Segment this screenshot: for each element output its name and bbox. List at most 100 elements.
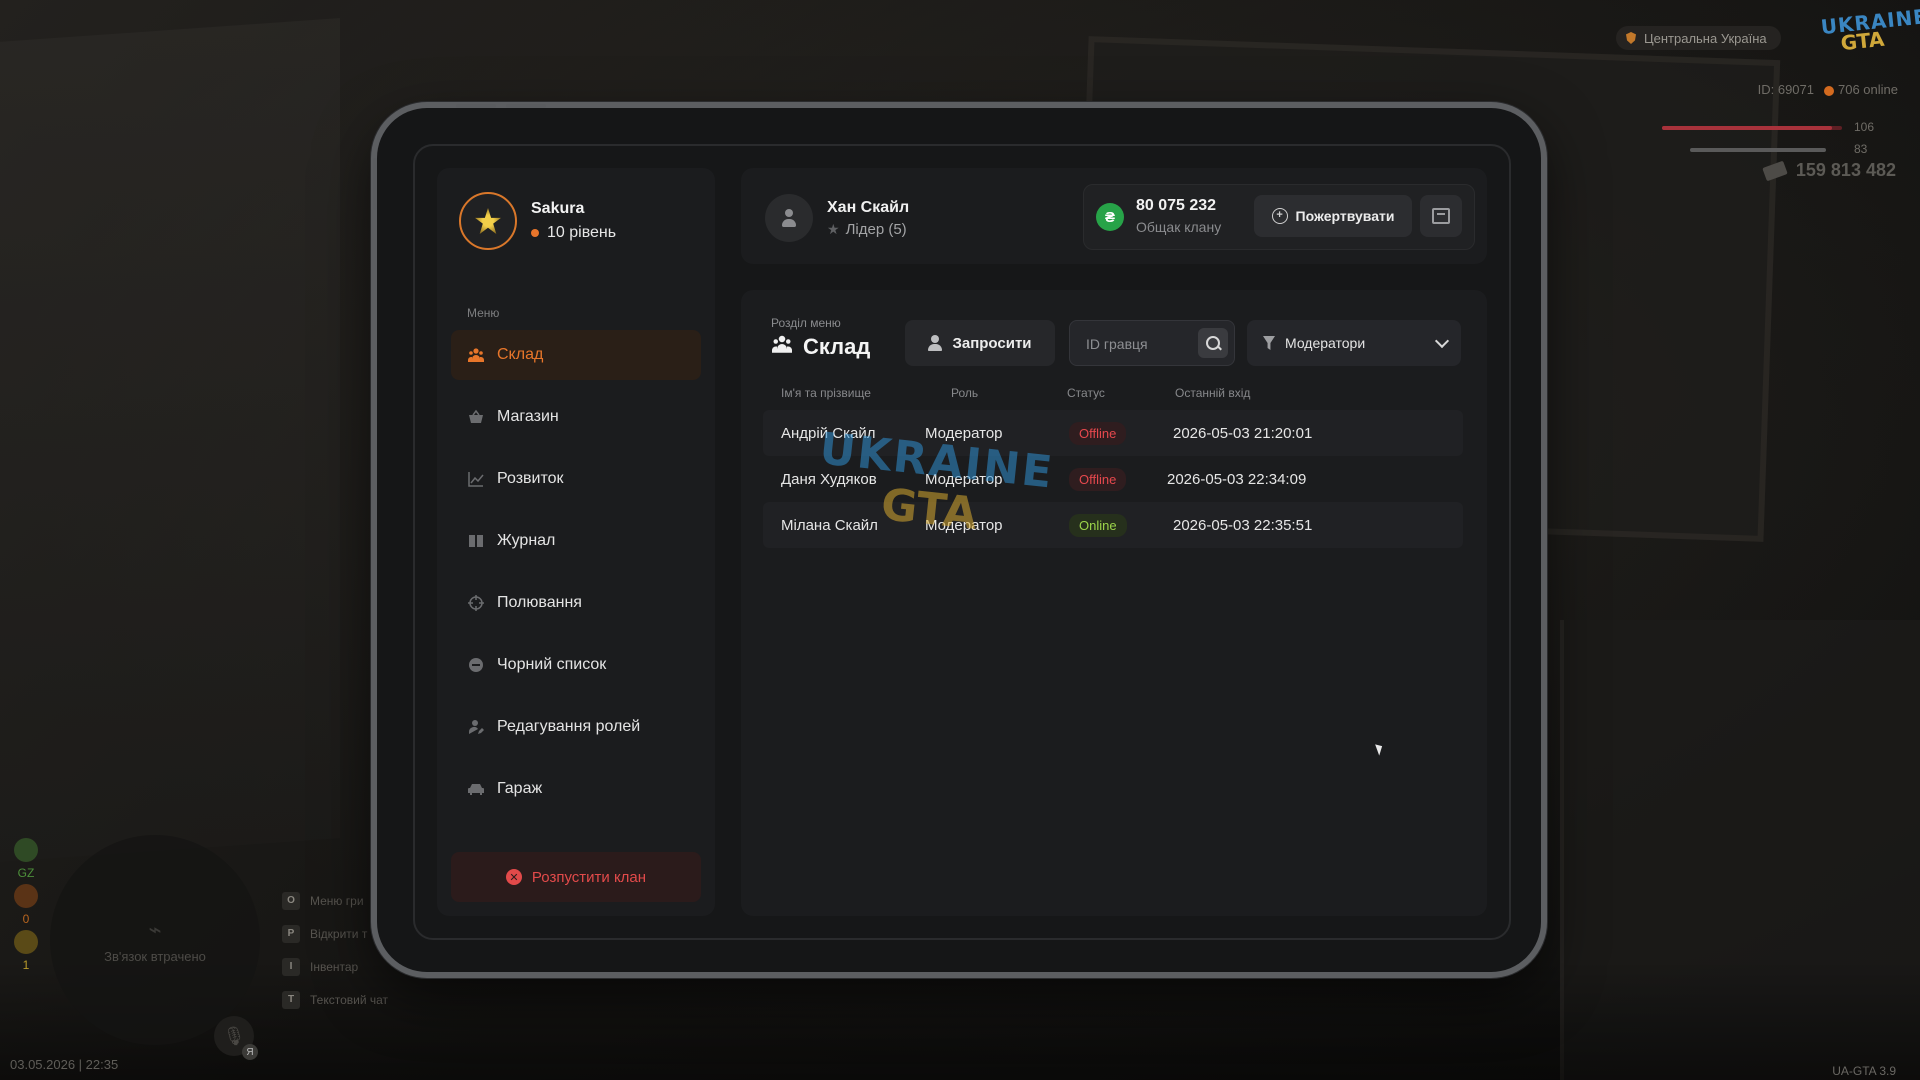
clan-header-card: Хан Скайл ★ Лідер (5) ₴ 80 075 232 Общак… [741,168,1487,264]
disband-clan-button[interactable]: ✕ Розпустити клан [451,852,701,902]
section-title: Склад [771,334,870,360]
hunger-value: 0 [22,912,30,926]
invite-label: Запросити [952,334,1032,352]
tablet-top-button [456,104,496,108]
sidebar-item-hunting[interactable]: Полювання [451,578,701,628]
sidebar-item-garage[interactable]: Гараж [451,764,701,814]
hud-region-label: Центральна Україна [1644,30,1767,46]
hud-stats: ID: 69071 706 online [1758,82,1898,97]
sidebar-item-development[interactable]: Розвиток [451,454,701,504]
treasury-label: Общак клану [1136,219,1222,235]
sidebar-item-label: Редагування ролей [497,718,641,735]
server-logo: UKRAINE GTA [1820,4,1920,62]
member-status: Online [1069,502,1127,548]
sidebar-item-label: Розвиток [497,470,564,487]
chart-icon [467,470,485,488]
clan-level-text: 10 рівень [547,224,617,241]
minimap-status: Зв'язок втрачено [104,948,206,964]
tablet-top-button [506,104,546,108]
hud-money-value: 159 813 482 [1795,160,1896,180]
sidebar-item-blacklist[interactable]: Чорний список [451,640,701,690]
sidebar-item-role-editing[interactable]: Редагування ролей [451,702,701,752]
sidebar-item-label: Магазин [497,408,559,425]
table-row[interactable]: Даня Худяков Модератор Offline 2026-05-0… [763,456,1463,502]
sidebar-menu: Склад Магазин Розвиток Журнал Полювання … [451,330,701,826]
archive-button[interactable] [1420,195,1462,237]
table-row[interactable]: Андрій Скайл Модератор Offline 2026-05-0… [763,410,1463,456]
chevron-down-icon [1434,333,1450,349]
hint-row: P Відкрити т [282,917,388,950]
sidebar-item-label: Склад [497,346,544,363]
key-hints: O Меню гри P Відкрити т I Інвентар T Текстов… [282,884,388,1016]
sidebar-item-journal[interactable]: Журнал [451,516,701,566]
tablet-screen: Sakura 10 рівень Меню Склад Магазин Розв… [413,144,1511,940]
hud-status-icons: GZ 0 1 [14,838,38,972]
member-last-login: 2026-05-03 21:20:01 [1173,424,1313,442]
book-icon [467,532,485,550]
hud-money: 159 813 482 [1762,160,1896,181]
member-name: Мілана Скайл [781,516,878,534]
sidebar-item-shop[interactable]: Магазин [451,392,701,442]
block-icon [467,656,485,674]
disband-clan-label: Розпустити клан [531,868,647,886]
sidebar-item-label: Журнал [497,532,556,549]
clan-name: Sakura [531,200,585,217]
hint-label: Текстовий чат [310,992,389,1007]
no-signal-icon: ⌁ [148,916,162,942]
hud-player-id: ID: 69071 [1757,82,1814,97]
members-table-body: Андрій Скайл Модератор Offline 2026-05-0… [763,410,1463,548]
column-header-status: Статус [1067,386,1105,400]
region-shield-icon [1626,32,1636,44]
members-card: Розділ меню Склад Запросити Модератори І… [741,290,1487,916]
member-last-login: 2026-05-03 22:34:09 [1167,470,1307,488]
hryvnia-icon: ₴ [1096,203,1124,231]
status-badge: Offline [1069,421,1127,445]
hud-region-badge: Центральна Україна [1616,26,1781,50]
sidebar: Sakura 10 рівень Меню Склад Магазин Розв… [437,168,715,916]
group-icon [771,334,793,360]
online-dot-icon [1824,85,1834,96]
table-row[interactable]: Мілана Скайл Модератор Online 2026-05-03… [763,502,1463,548]
armor-bar [1690,148,1826,152]
background-wall [0,18,340,862]
tablet-side-button [373,158,377,210]
safezone-label: GZ [17,866,35,880]
filter-icon [1263,336,1275,350]
plus-circle-icon: + [1271,208,1288,224]
sidebar-item-storage[interactable]: Склад [451,330,701,380]
role-filter-dropdown[interactable]: Модератори [1247,320,1461,366]
archive-icon [1432,208,1450,224]
health-value: 106 [1854,120,1875,134]
donate-button[interactable]: + Пожертвувати [1254,195,1412,237]
hint-key: I [282,957,300,976]
player-id-input[interactable] [1084,321,1198,367]
mic-badge: Я [242,1044,258,1060]
hint-row: I Інвентар [282,950,388,983]
armor-value: 83 [1854,142,1868,156]
hud-online-count: 706 online [1838,82,1898,97]
minimap: ⌁ Зв'язок втрачено [50,835,260,1045]
member-status: Offline [1069,456,1127,502]
sidebar-item-label: Полювання [497,594,582,611]
column-header-name: Ім'я та прізвище [781,386,871,400]
member-name: Андрій Скайл [781,424,876,442]
status-badge: Offline [1069,467,1127,491]
hud-datetime: 03.05.2026 | 22:35 [10,1057,119,1072]
game-version: UA-GTA 3.9 [1832,1064,1896,1078]
crosshair-icon [467,594,485,612]
safezone-icon [14,838,38,862]
hint-key: P [282,924,300,943]
column-header-last-login: Останній вхід [1175,386,1251,400]
star-icon [14,930,38,954]
clan-avatar [459,192,517,250]
invite-button[interactable]: Запросити [905,320,1055,366]
microphone-icon[interactable]: 🎙 Я [214,1016,258,1060]
section-caption: Розділ меню [771,316,841,330]
leader-avatar [765,194,813,242]
add-user-icon [928,335,943,351]
search-button[interactable] [1198,328,1228,358]
section-title-text: Склад [803,334,871,359]
sidebar-item-label: Чорний список [497,656,607,673]
leader-name: Хан Скайл [827,198,910,216]
hunger-icon [14,884,38,908]
